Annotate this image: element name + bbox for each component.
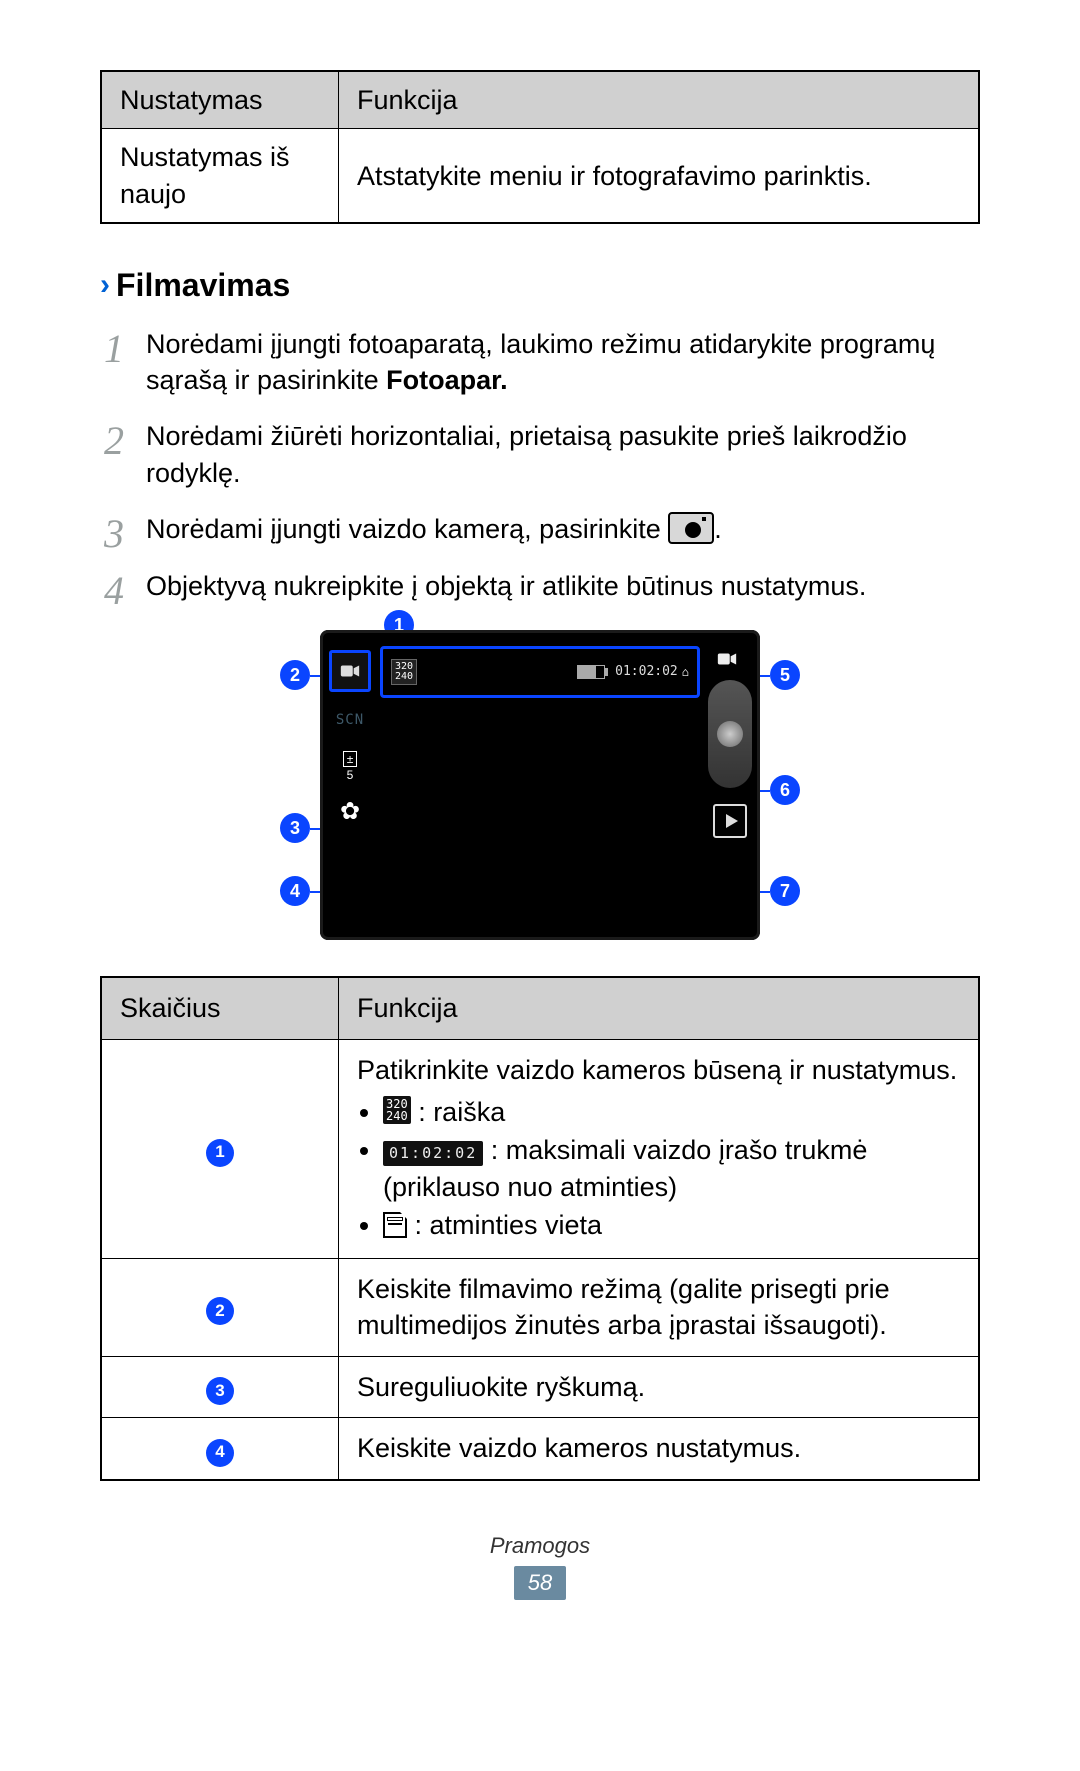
storage-mini-icon <box>383 1212 407 1238</box>
number-badge: 1 <box>206 1139 234 1167</box>
gear-icon[interactable]: ✿ <box>332 794 368 830</box>
legend-row-num: 2 <box>101 1258 339 1356</box>
legend-row-desc: Patikrinkite vaizdo kameros būseną ir nu… <box>339 1039 980 1258</box>
callout-4: 4 <box>280 876 310 906</box>
legend-table: Skaičius Funkcija 1 Patikrinkite vaizdo … <box>100 976 980 1480</box>
number-badge: 3 <box>206 1377 234 1405</box>
resolution-mini-icon: 320240 <box>383 1096 411 1124</box>
legend-row-desc: Keiskite filmavimo režimą (galite priseg… <box>339 1258 980 1356</box>
legend-header-number: Skaičius <box>101 977 339 1039</box>
switch-camera-icon[interactable] <box>712 646 748 672</box>
camera-icon <box>668 512 714 544</box>
legend-bullet: 320240 : raiška <box>383 1094 960 1130</box>
chevron-right-icon: › <box>100 268 110 301</box>
callout-6: 6 <box>770 775 800 805</box>
number-badge: 2 <box>206 1297 234 1325</box>
section-heading: ›Filmavimas <box>100 264 980 307</box>
page-footer: Pramogos 58 <box>100 1531 980 1600</box>
exposure-icon[interactable]: ±5 <box>332 748 368 784</box>
callout-3: 3 <box>280 813 310 843</box>
rec-time: 01:02:02 <box>615 663 678 681</box>
step-1: Norėdami įjungti fotoaparatą, laukimo re… <box>100 326 980 399</box>
step-text: Norėdami įjungti vaizdo kamerą, pasirink… <box>146 514 668 544</box>
legend-row-num: 3 <box>101 1356 339 1417</box>
time-mini-icon: 01:02:02 <box>383 1141 483 1165</box>
settings-header-setting: Nustatymas <box>101 71 339 129</box>
callout-7: 7 <box>770 876 800 906</box>
scene-mode-icon[interactable]: SCN <box>332 702 368 738</box>
legend-row-desc: Sureguliuokite ryškumą. <box>339 1356 980 1417</box>
step-3: Norėdami įjungti vaizdo kamerą, pasirink… <box>100 511 980 547</box>
setting-name: Nustatymas iš naujo <box>101 129 339 223</box>
section-title-text: Filmavimas <box>116 267 290 303</box>
step-2: Norėdami žiūrėti horizontaliai, prietais… <box>100 418 980 491</box>
legend-lead: Patikrinkite vaizdo kameros būseną ir nu… <box>357 1055 957 1085</box>
setting-desc: Atstatykite meniu ir fotografavimo parin… <box>339 129 980 223</box>
legend-row-desc: Keiskite vaizdo kameros nustatymus. <box>339 1418 980 1480</box>
settings-header-function: Funkcija <box>339 71 980 129</box>
playback-icon[interactable] <box>713 804 747 838</box>
step-text: Norėdami įjungti fotoaparatą, laukimo re… <box>146 329 935 395</box>
legend-row-num: 1 <box>101 1039 339 1258</box>
step-text: Norėdami žiūrėti horizontaliai, prietais… <box>146 421 907 487</box>
page-number: 58 <box>514 1566 566 1600</box>
step-bold: Fotoapar. <box>386 365 508 395</box>
legend-row-num: 4 <box>101 1418 339 1480</box>
shutter-button[interactable] <box>708 680 752 788</box>
storage-icon: ⌂ <box>682 664 689 680</box>
callout-5: 5 <box>770 660 800 690</box>
legend-bullet: : atminties vieta <box>383 1207 960 1243</box>
step-text: Objektyvą nukreipkite į objektą ir atlik… <box>146 571 866 601</box>
step-text: . <box>714 514 722 544</box>
callout-2: 2 <box>280 660 310 690</box>
status-bar: 320 240 01:02:02 ⌂ <box>380 646 700 698</box>
number-badge: 4 <box>206 1439 234 1467</box>
legend-bullet: 01:02:02 : maksimali vaizdo įrašo trukmė… <box>383 1132 960 1205</box>
resolution-indicator: 320 240 <box>391 659 417 685</box>
battery-icon <box>577 665 605 679</box>
steps-list: Norėdami įjungti fotoaparatą, laukimo re… <box>100 326 980 605</box>
footer-category: Pramogos <box>100 1531 980 1561</box>
legend-header-function: Funkcija <box>339 977 980 1039</box>
settings-table: Nustatymas Funkcija Nustatymas iš naujo … <box>100 70 980 224</box>
camcorder-diagram: 1 2 3 4 5 6 7 SCN ±5 ✿ <box>100 630 980 940</box>
record-mode-icon[interactable] <box>329 650 371 692</box>
step-4: Objektyvą nukreipkite į objektą ir atlik… <box>100 568 980 604</box>
